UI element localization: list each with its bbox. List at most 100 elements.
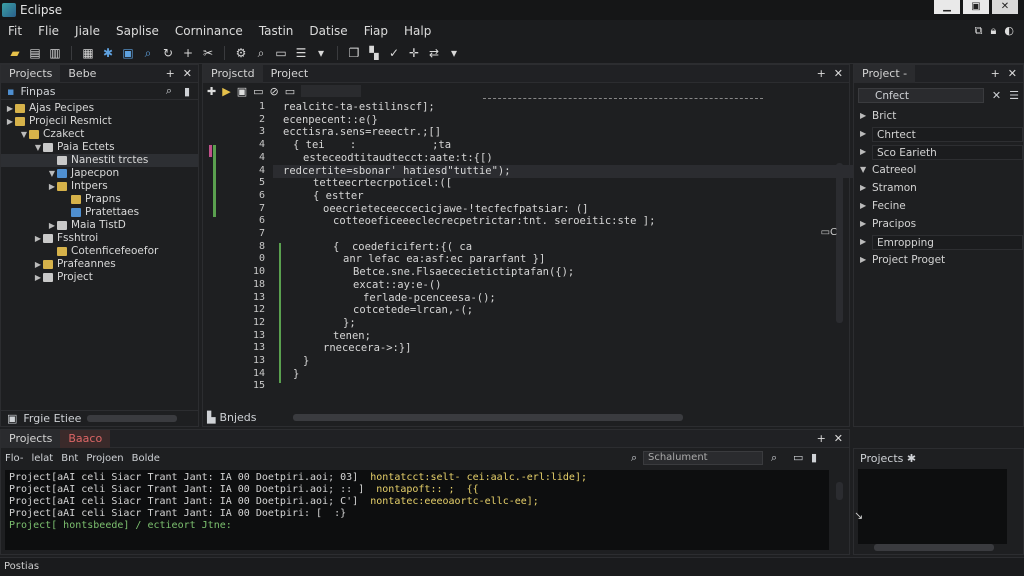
menu-item[interactable]: Halp xyxy=(396,24,439,38)
search-icon[interactable]: ⌕ xyxy=(141,46,155,60)
code-line[interactable]: ecenpecent::e(} xyxy=(283,114,378,127)
tree-item[interactable]: ▶ Ajas Pecipes xyxy=(1,102,198,115)
folder-icon[interactable]: ▣ xyxy=(237,85,247,98)
outline-node[interactable]: ▶ Chrtect xyxy=(854,125,1023,143)
find-icon[interactable]: ⌕ xyxy=(254,46,268,60)
expand-arrow-icon[interactable]: ▶ xyxy=(5,102,15,115)
console-find-icon[interactable]: ⌕ xyxy=(771,451,777,465)
tree-item[interactable]: ▼ Czakect xyxy=(1,128,198,141)
refresh-icon[interactable]: ↻ xyxy=(161,46,175,60)
console-toolbar-item[interactable]: Projoen xyxy=(86,453,123,464)
link-icon[interactable]: ⊘ xyxy=(270,85,279,98)
build-icon[interactable]: ⚙ xyxy=(234,46,248,60)
code-line[interactable]: anr lefac ea:asf:ec pararfant }] xyxy=(343,253,545,266)
code-line[interactable]: realcitc-ta-estilinscf]; xyxy=(283,101,435,114)
expand-arrow-icon[interactable]: ▶ xyxy=(47,219,57,232)
clear-search-icon[interactable]: ✕ xyxy=(992,89,1001,102)
maximize-console-icon[interactable]: + xyxy=(817,432,826,445)
code-line[interactable]: excat::ay:e-() xyxy=(353,279,442,292)
code-line[interactable]: tetteecrtecrpoticel:([ xyxy=(313,177,452,190)
outline-node[interactable]: ▶ Emropping xyxy=(854,233,1023,251)
menu-item[interactable]: Jiale xyxy=(67,24,108,38)
vertical-scrollbar[interactable] xyxy=(836,163,843,323)
right-bottom-scrollbar[interactable] xyxy=(874,544,994,551)
outline-node[interactable]: ▼ Catreeol xyxy=(854,161,1023,179)
dropdown-icon[interactable]: ▾ xyxy=(314,46,328,60)
tree-item[interactable]: ▶ Intpers xyxy=(1,180,198,193)
menu-item[interactable]: Corninance xyxy=(167,24,251,38)
copy-icon[interactable]: ▤ xyxy=(28,46,42,60)
code-line[interactable]: cotcetede=lrcan,-(; xyxy=(353,304,473,317)
console-search-input[interactable]: Schalument xyxy=(643,451,763,465)
editor-body[interactable]: 1 2 3 4 4 4 5 6 7 6 7 8 0 10 18 13 12 12 13 13 13 14 15 realci… xyxy=(203,98,913,408)
save-icon[interactable]: ▦ xyxy=(81,46,95,60)
tree-item[interactable]: ▶ Fsshtroi xyxy=(1,232,198,245)
tree-item[interactable]: Cotenficefeoefor xyxy=(1,245,198,258)
code-line[interactable]: Betce.sne.Flsaececietictiptafan({); xyxy=(353,266,574,279)
expand-arrow-icon[interactable]: ▶ xyxy=(33,271,43,284)
tree-item[interactable]: ▶ Projecil Resmict xyxy=(1,115,198,128)
expand-arrow-icon[interactable]: ▶ xyxy=(47,180,57,193)
tree-item[interactable]: Nanestit trctes xyxy=(1,154,198,167)
code-line[interactable]: { coedeficifert:{( ca xyxy=(333,241,472,254)
tab-editor-active[interactable]: Projsctd xyxy=(203,64,263,83)
expand-arrow-icon[interactable]: ▶ xyxy=(860,179,872,197)
maximize-panel-icon[interactable]: + xyxy=(166,67,175,80)
code-line[interactable]: } xyxy=(293,368,299,381)
code-area[interactable]: realcitc-ta-estilinscf]; ecenpecent::e(}e… xyxy=(273,101,913,408)
code-line[interactable]: rnececera->:}] xyxy=(323,342,412,355)
expand-arrow-icon[interactable]: ▶ xyxy=(860,233,872,251)
tab-projects[interactable]: Projects xyxy=(1,64,61,83)
close-console-icon[interactable]: ✕ xyxy=(834,432,843,445)
tab-console-second[interactable]: Baaco xyxy=(60,429,111,448)
terminal-icon[interactable]: ▭ xyxy=(274,46,288,60)
perspective-icon[interactable]: ⧉ xyxy=(975,24,983,38)
debug-icon[interactable]: ✱ xyxy=(101,46,115,60)
close-editor-icon[interactable]: ✕ xyxy=(834,67,843,80)
horizontal-scrollbar[interactable] xyxy=(87,415,177,422)
expand-arrow-icon[interactable]: ▶ xyxy=(860,143,872,161)
paste-icon[interactable]: ▥ xyxy=(48,46,62,60)
editor-horizontal-scrollbar[interactable] xyxy=(293,414,683,421)
tab-bebe[interactable]: Bebe xyxy=(60,65,104,83)
tab-console-projects[interactable]: Projects xyxy=(1,429,61,448)
console-toolbar-item[interactable]: Bolde xyxy=(132,453,160,464)
tile-icon[interactable]: ▚ xyxy=(367,46,381,60)
expand-arrow-icon[interactable]: ▶ xyxy=(860,215,872,233)
tree-item[interactable]: ▼ Japecpon xyxy=(1,167,198,180)
dropdown-icon[interactable]: ▾ xyxy=(447,46,461,60)
run-icon[interactable]: ▣ xyxy=(121,46,135,60)
menu-item[interactable]: Saplise xyxy=(108,24,167,38)
expand-arrow-icon[interactable]: ▶ xyxy=(5,115,15,128)
new-file-icon[interactable]: ▰ xyxy=(8,46,22,60)
close-panel-icon[interactable]: ✕ xyxy=(183,67,192,80)
maximize-outline-icon[interactable]: + xyxy=(991,67,1000,80)
code-line[interactable]: } xyxy=(303,355,309,368)
expand-arrow-icon[interactable]: ▼ xyxy=(47,167,57,180)
outline-search-input[interactable]: Cnfect xyxy=(858,87,984,103)
code-line[interactable]: tenen; xyxy=(333,330,371,343)
expand-arrow-icon[interactable]: ▶ xyxy=(860,251,872,269)
tab-project-outline[interactable]: Project - xyxy=(854,64,916,83)
tree-item[interactable]: ▼ Paia Ectets xyxy=(1,141,198,154)
tree-item[interactable]: Pratettaes xyxy=(1,206,198,219)
tree-item[interactable]: Prapns xyxy=(1,193,198,206)
menu-item[interactable]: Fiap xyxy=(356,24,396,38)
expand-arrow-icon[interactable]: ▶ xyxy=(33,258,43,271)
console-pin-icon[interactable]: ▮ xyxy=(811,451,817,464)
search-icon[interactable]: ⌕ xyxy=(166,84,172,98)
check-icon[interactable]: ✓ xyxy=(387,46,401,60)
code-line[interactable]: }; xyxy=(343,317,356,330)
maximize-editor-icon[interactable]: + xyxy=(817,67,826,80)
filter-icon[interactable]: ▪ xyxy=(7,85,14,98)
menu-item[interactable]: Datise xyxy=(301,24,355,38)
close-button[interactable]: ✕ xyxy=(992,0,1018,14)
minimize-button[interactable]: ▁ xyxy=(934,0,960,14)
console-toolbar-item[interactable]: Bnt xyxy=(61,453,78,464)
console-output[interactable]: Project[aAI celi Siacr Trant Jant: IA 00… xyxy=(5,470,829,550)
window-icon[interactable]: ❐ xyxy=(347,46,361,60)
side-arrow-icon[interactable]: ↘ xyxy=(854,509,863,522)
file-icon[interactable]: ▭ xyxy=(285,85,295,98)
expand-arrow-icon[interactable]: ▼ xyxy=(33,141,43,154)
arrows-icon[interactable]: ⇄ xyxy=(427,46,441,60)
